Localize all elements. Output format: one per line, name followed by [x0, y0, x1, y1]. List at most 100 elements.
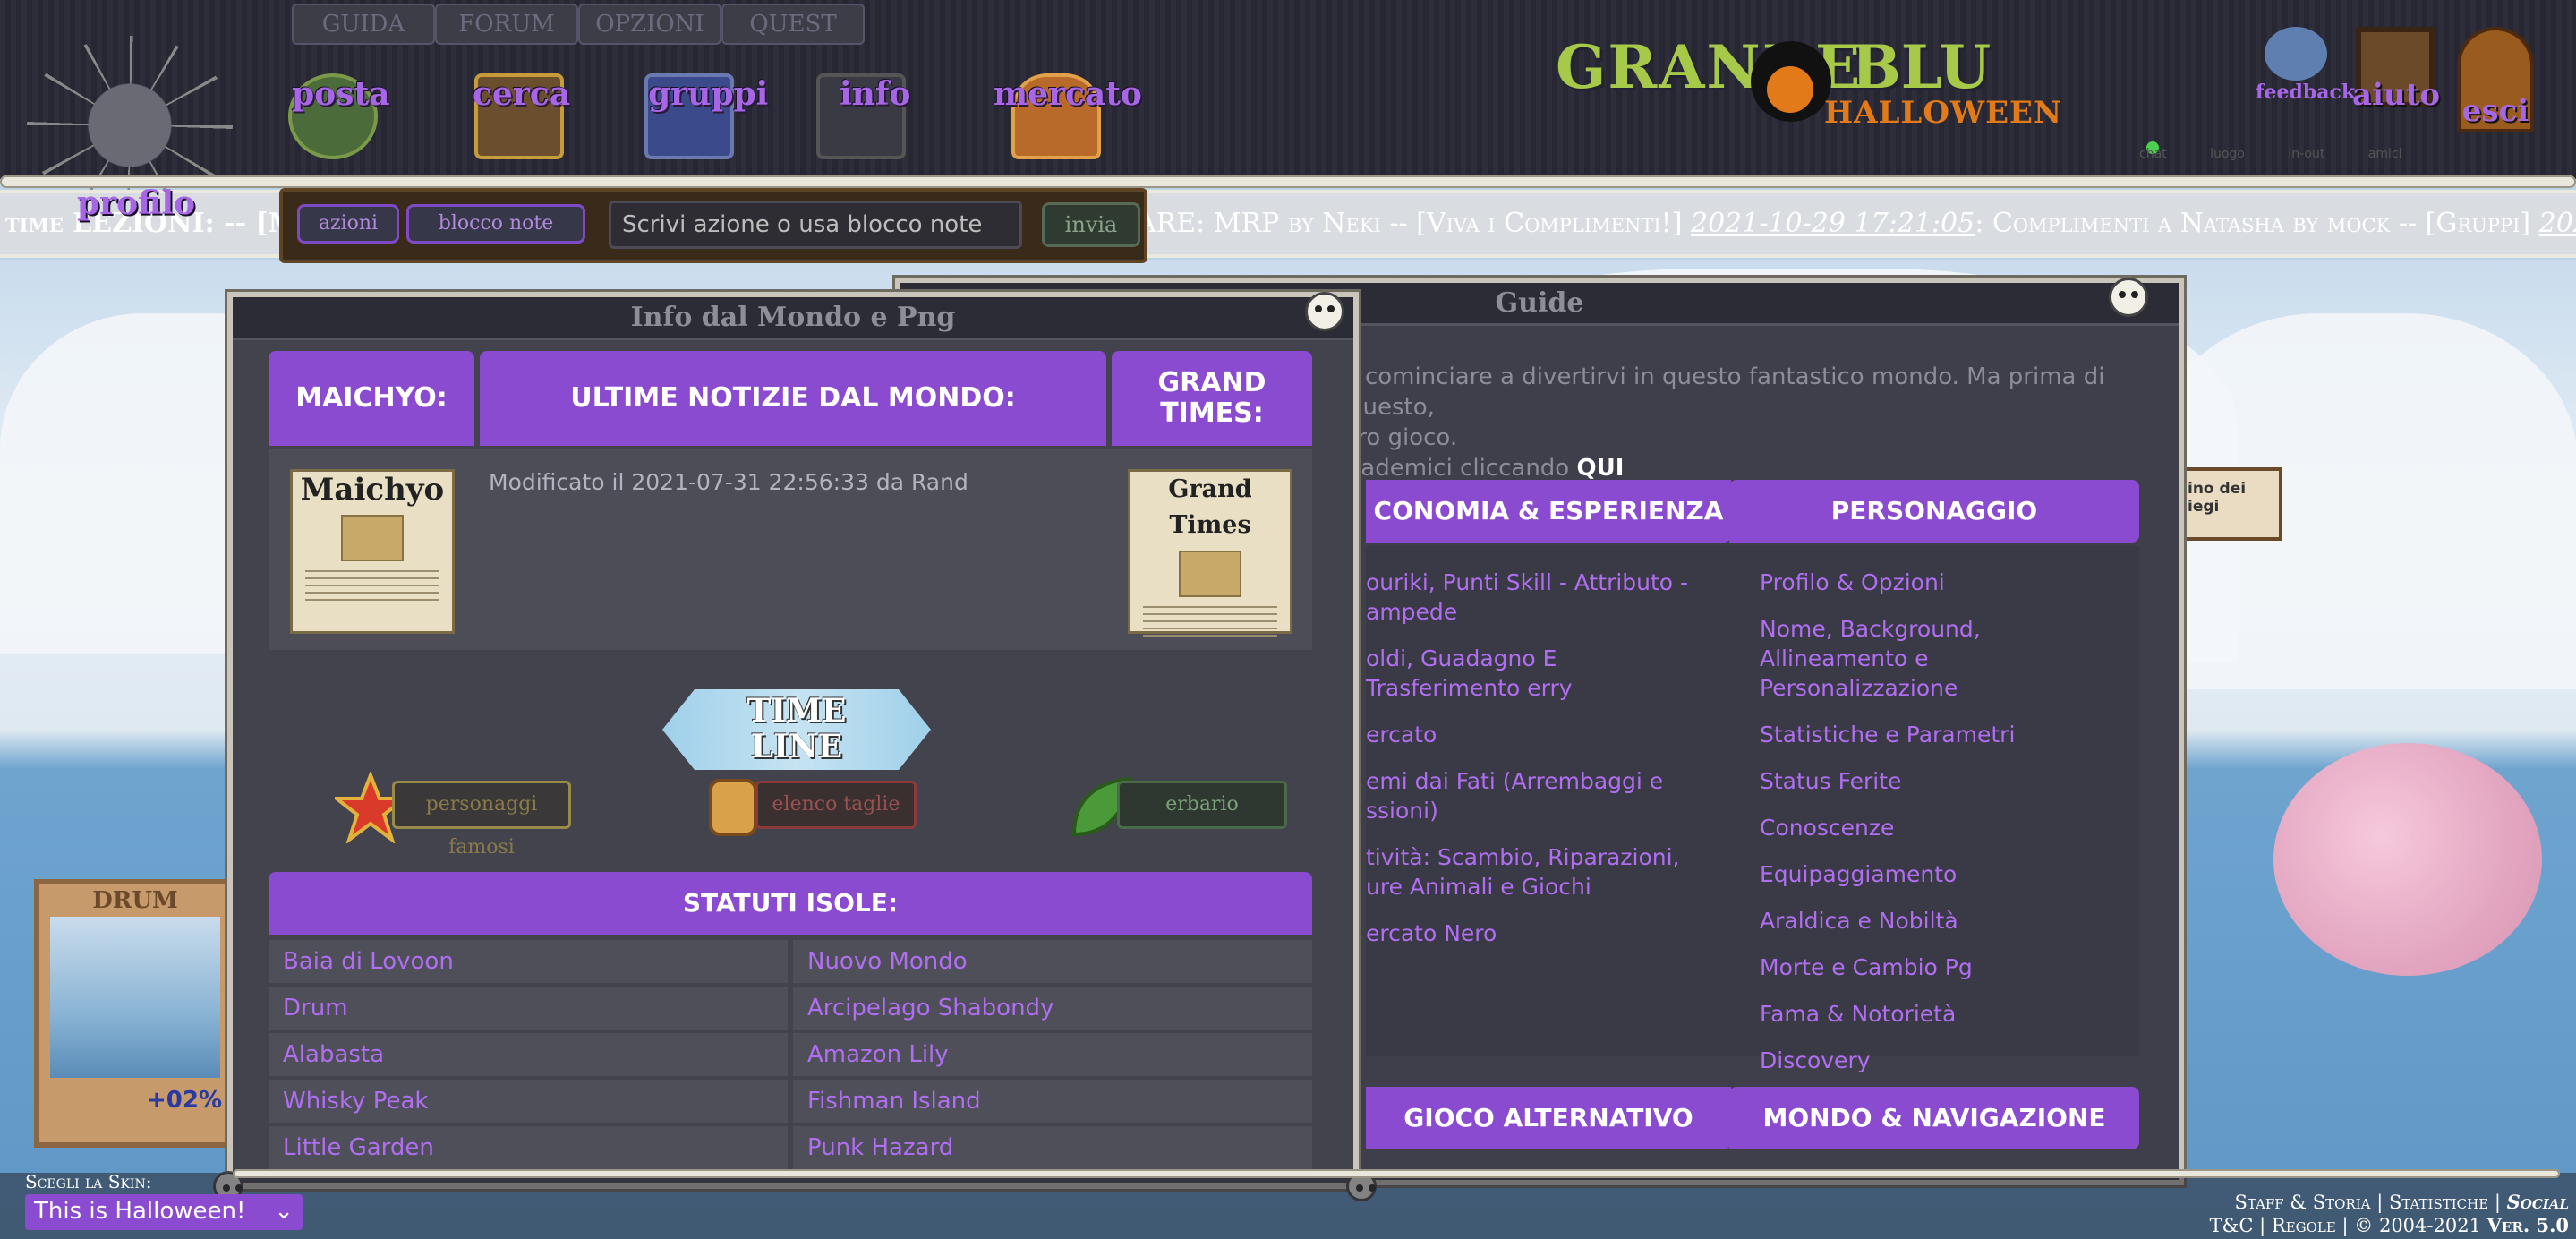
grand-times-line2: TIMES:: [1160, 397, 1264, 429]
paper-right-title: Grand Times: [1168, 475, 1252, 539]
island-link[interactable]: Whisky Peak: [269, 1080, 788, 1123]
logo-subtitle: HALLOWEEN: [1824, 95, 2063, 131]
blocco-note-button[interactable]: blocco note: [406, 204, 585, 244]
footer-version: Ver. 5.0: [2486, 1214, 2569, 1236]
feedback-label: feedback: [2256, 81, 2356, 104]
skin-select[interactable]: This is Halloween! ⌄: [25, 1194, 303, 1230]
guide-link[interactable]: Nome, Background, Allineamento e Persona…: [1760, 614, 2121, 703]
luogo-status[interactable]: luogo: [2210, 147, 2245, 161]
news-text: Modificato il 2021-07-31 22:56:33 da Ran…: [489, 469, 968, 495]
status-icons: chat luogo in-out amici: [2139, 147, 2442, 161]
guide-link[interactable]: Araldica e Nobiltà: [1760, 906, 2121, 936]
ticker-text-1: ARE: MRP by Neki -- [Viva i Complimenti!…: [1137, 208, 1691, 239]
personaggio-list: Profilo & Opzioni Nome, Background, Alli…: [1729, 546, 2139, 1073]
info-title-text: Info dal Mondo e Png: [630, 302, 956, 333]
guide-qui-link[interactable]: QUI: [1576, 455, 1624, 482]
elenco-taglie-button[interactable]: elenco taglie: [755, 781, 917, 829]
amici-status[interactable]: amici: [2368, 147, 2402, 161]
inout-status[interactable]: in-out: [2288, 147, 2324, 161]
island-link[interactable]: Alabasta: [269, 1033, 788, 1076]
nav-mercato[interactable]: mercato: [994, 75, 1142, 113]
info-window-title: Info dal Mondo e Png: [233, 297, 1353, 340]
footer-tc-link[interactable]: T&C: [2210, 1215, 2254, 1236]
header-grand-times: GRAND TIMES:: [1112, 351, 1312, 446]
island-link[interactable]: Amazon Lily: [793, 1033, 1312, 1076]
ticker-date-2[interactable]: 2021-10-2: [2539, 208, 2576, 239]
nav-cerca[interactable]: cerca: [473, 75, 570, 113]
island-link[interactable]: Fishman Island: [793, 1080, 1312, 1123]
action-input[interactable]: [609, 201, 1022, 249]
guide-link[interactable]: ouriki, Punti Skill - Attributo - ampede: [1366, 568, 1702, 627]
island-link[interactable]: Punk Hazard: [793, 1126, 1312, 1169]
paper-left-title: Maichyo: [300, 472, 445, 508]
island-card-drum[interactable]: DRUM +02%: [34, 879, 236, 1148]
ticker-date-1[interactable]: 2021-10-29 17:21:05: [1691, 208, 1975, 239]
guide-link[interactable]: Fama & Notorietà: [1760, 999, 2121, 1029]
maichyo-newspaper[interactable]: Maichyo: [290, 469, 455, 634]
sign-line2: iegi: [2188, 498, 2220, 516]
island-link[interactable]: Baia di Lovoon: [269, 940, 788, 983]
nav-profilo[interactable]: profilo: [77, 184, 195, 222]
guide-link[interactable]: Discovery: [1760, 1046, 2121, 1075]
guide-link[interactable]: oldi, Guadagno E Trasferimento erry: [1366, 644, 1702, 703]
nav-info[interactable]: info: [840, 75, 910, 113]
guide-link[interactable]: Profilo & Opzioni: [1760, 568, 2121, 597]
close-skull-icon[interactable]: [1305, 292, 1344, 331]
island-link[interactable]: Drum: [269, 987, 788, 1030]
guide-link[interactable]: Status Ferite: [1760, 766, 2121, 796]
island-link[interactable]: Nuovo Mondo: [793, 940, 1312, 983]
personaggi-famosi-button[interactable]: personaggi famosi: [392, 781, 571, 859]
skin-select-value: This is Halloween!: [34, 1198, 246, 1225]
footer-staff-link[interactable]: Staff & Storia: [2235, 1192, 2371, 1213]
close-skull-icon[interactable]: [2109, 278, 2148, 317]
guide-link[interactable]: Conoscenze: [1760, 813, 2121, 842]
island-link[interactable]: Arcipelago Shabondy: [793, 987, 1312, 1030]
action-bar: azioni blocco note invia: [279, 188, 1147, 263]
invia-button[interactable]: invia: [1042, 202, 1140, 247]
nav-posta[interactable]: posta: [292, 75, 389, 113]
tab-opzioni[interactable]: OPZIONI: [578, 4, 721, 45]
guide-link[interactable]: Statistiche e Parametri: [1760, 720, 2121, 749]
header-maichyo: MAICHYO:: [269, 351, 474, 446]
tab-quest[interactable]: QUEST: [721, 4, 865, 45]
tab-forum[interactable]: FORUM: [435, 4, 578, 45]
bone-divider-bottom: [233, 1169, 2560, 1178]
esci-label: esci: [2461, 93, 2529, 129]
footer-stat-link[interactable]: Statistiche: [2389, 1192, 2488, 1213]
footer-social-link[interactable]: Social: [2507, 1191, 2569, 1213]
chevron-down-icon: ⌄: [274, 1198, 294, 1225]
chat-status[interactable]: chat: [2139, 147, 2167, 161]
info-window: Info dal Mondo e Png MAICHYO: ULTIME NOT…: [227, 292, 1359, 1189]
sakura-tree: [2273, 743, 2542, 976]
nav-gruppi[interactable]: gruppi: [648, 75, 768, 113]
sign-line1: ino dei: [2188, 480, 2247, 498]
feedback-button[interactable]: feedback: [2256, 27, 2356, 104]
esci-button[interactable]: esci: [2452, 27, 2538, 132]
guide-link[interactable]: ercato: [1366, 720, 1702, 749]
footer: Staff & Storia | Statistiche | Social T&…: [2209, 1191, 2569, 1236]
erbario-button[interactable]: erbario: [1117, 781, 1287, 829]
guide-link[interactable]: ercato Nero: [1366, 919, 1702, 948]
aiuto-button[interactable]: aiuto: [2352, 27, 2440, 113]
footer-copyright: © 2004-2021: [2354, 1215, 2481, 1236]
guide-link[interactable]: Morte e Cambio Pg: [1760, 953, 2121, 982]
statuti-isole-header: STATUTI ISOLE:: [269, 872, 1312, 935]
header-news: ULTIME NOTIZIE DAL MONDO:: [480, 351, 1106, 446]
timeline-button[interactable]: TIME LINE: [662, 689, 931, 770]
tab-guida[interactable]: GUIDA: [292, 4, 435, 45]
footer-regole-link[interactable]: Regole: [2272, 1215, 2336, 1236]
timeline-line1: TIME: [746, 692, 847, 730]
news-body: Maichyo Modificato il 2021-07-31 22:56:3…: [269, 449, 1312, 650]
grand-times-line1: GRAND: [1157, 367, 1267, 398]
guide-link[interactable]: tività: Scambio, Riparazioni, ure Animal…: [1366, 842, 1702, 901]
section-economia: CONOMIA & ESPERIENZA: [1366, 480, 1731, 543]
guide-intro: r cominciare a divertirvi in questo fant…: [1348, 362, 2154, 483]
grand-times-newspaper[interactable]: Grand Times: [1128, 469, 1292, 642]
azioni-button[interactable]: azioni: [297, 204, 399, 244]
signpost[interactable]: ino dei iegi: [2175, 467, 2282, 541]
island-link[interactable]: Little Garden: [269, 1126, 788, 1169]
guide-intro-line2: tro gioco.: [1348, 424, 1458, 451]
guide-link[interactable]: emi dai Fati (Arrembaggi e ssioni): [1366, 766, 1702, 825]
pumpkin-icon: [1767, 66, 1813, 113]
guide-link[interactable]: Equipaggiamento: [1760, 859, 2121, 889]
